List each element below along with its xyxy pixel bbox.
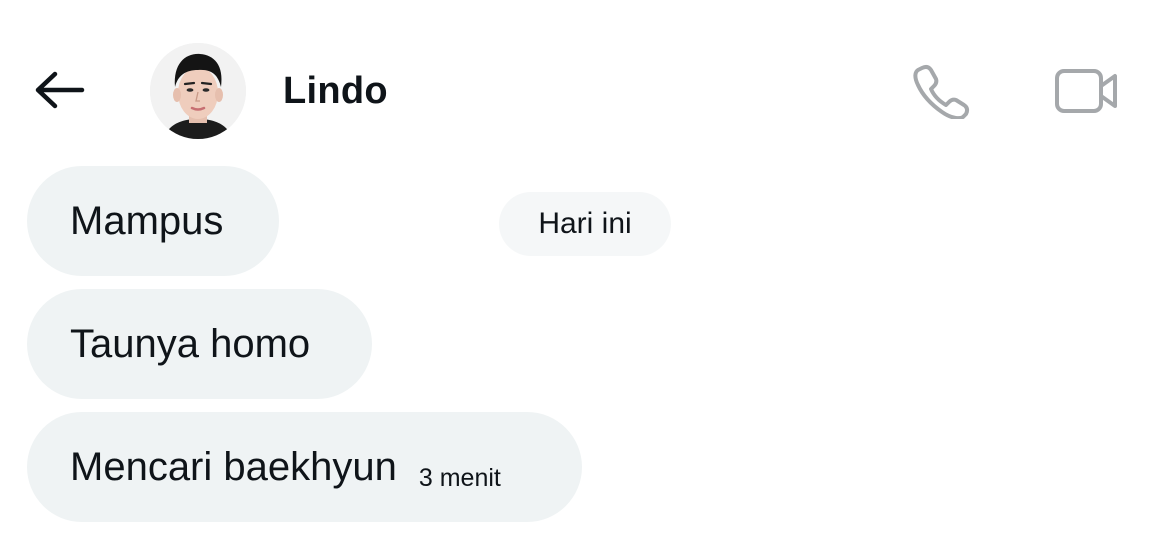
arrow-left-icon — [35, 71, 85, 109]
avatar-portrait — [150, 43, 246, 139]
phone-icon — [913, 64, 970, 119]
video-camera-icon — [1055, 69, 1117, 113]
message-bubble[interactable]: Mencari baekhyun 3 menit — [27, 412, 582, 522]
message-timestamp: 3 menit — [418, 463, 501, 492]
message-bubble[interactable]: Mampus — [27, 166, 279, 276]
message-text: Taunya homo — [70, 321, 311, 366]
message-text: Mencari baekhyun — [70, 444, 397, 489]
avatar[interactable] — [150, 43, 246, 139]
call-button[interactable] — [908, 60, 974, 122]
date-separator: Hari ini — [499, 192, 671, 256]
message-bubble[interactable]: Taunya homo — [27, 289, 372, 399]
video-call-button[interactable] — [1050, 60, 1124, 122]
chat-header: Lindo — [0, 0, 1170, 160]
message-text: Mampus — [70, 198, 224, 243]
contact-name[interactable]: Lindo — [283, 66, 388, 116]
back-button[interactable] — [28, 62, 90, 118]
